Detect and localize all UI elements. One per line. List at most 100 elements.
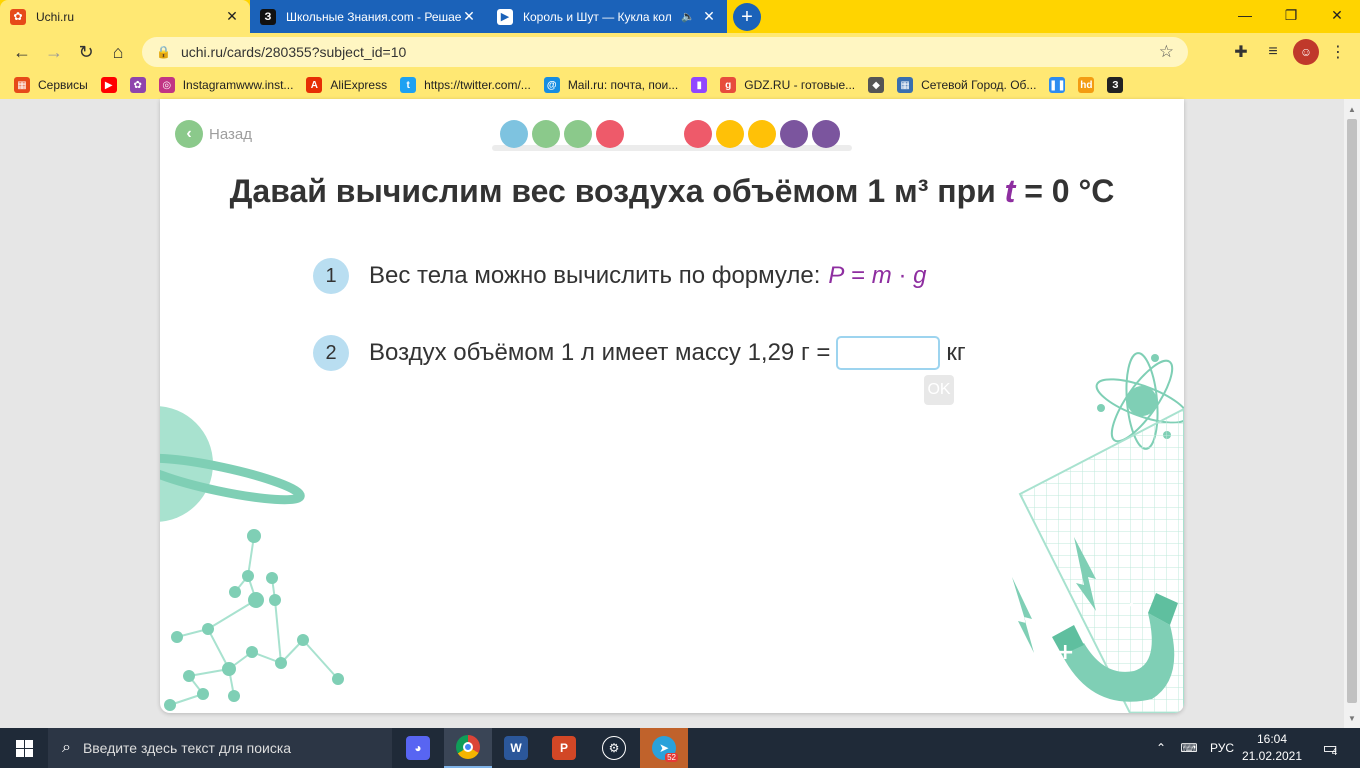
minimize-button[interactable]: —: [1222, 0, 1268, 30]
bookmark-setevoy-gorod[interactable]: ▦ Сетевой Город. Об...: [897, 77, 1036, 93]
back-arrow-icon[interactable]: ←: [8, 38, 36, 66]
step-2: 2 Воздух объёмом 1 л имеет массу 1,29 г …: [313, 335, 966, 371]
notification-count: 4: [1331, 746, 1338, 758]
bookmark-label: GDZ.RU - готовые...: [744, 78, 856, 92]
bookmark-label: Instagramwww.inst...: [182, 78, 294, 92]
home-icon[interactable]: ⌂: [104, 38, 132, 66]
progress-dot: [532, 120, 560, 148]
answer-input[interactable]: [836, 336, 941, 370]
bookmark-label: Сетевой Город. Об...: [921, 78, 1037, 92]
bookmarks-bar: ▦ Сервисы ▶ ✿ ◎ Instagramwww.inst... A AliE…: [0, 71, 1360, 99]
forward-arrow-icon[interactable]: →: [40, 38, 68, 66]
tab-title: Uchi.ru: [36, 9, 75, 24]
step-text: Воздух объёмом 1 л имеет массу 1,29 г =: [369, 339, 831, 366]
language-indicator[interactable]: РУС: [1204, 728, 1240, 768]
menu-kebab-icon[interactable]: ⋮: [1325, 39, 1351, 65]
speaker-icon[interactable]: 🔈: [681, 10, 695, 23]
bookmark-youtube[interactable]: ▶: [100, 77, 117, 93]
step-number: 2: [313, 335, 349, 371]
tab-uchi[interactable]: ✿ Uchi.ru ✕: [0, 0, 250, 33]
search-placeholder: Введите здесь текст для поиска: [82, 740, 292, 756]
bookmark-gdz[interactable]: g GDZ.RU - готовые...: [720, 77, 855, 93]
unit-label: кг: [946, 339, 966, 366]
bookmark-pause-site[interactable]: ❚❚: [1049, 77, 1066, 93]
discord-icon: ◕: [406, 736, 430, 760]
tab-youtube[interactable]: ▶ Король и Шут — Кукла кол 🔈 ✕: [487, 0, 727, 33]
taskbar-telegram[interactable]: ➤ 52: [640, 728, 688, 768]
restore-button[interactable]: ❐: [1268, 0, 1314, 30]
progress-dot: [596, 120, 624, 148]
telegram-unread-badge: 52: [665, 753, 678, 762]
taskbar-steam[interactable]: ⚙: [590, 728, 638, 768]
progress-dot: [684, 120, 712, 148]
formula-dot: ·: [891, 262, 914, 289]
bookmark-hd[interactable]: hd: [1078, 77, 1095, 93]
scroll-up-icon[interactable]: ▲: [1344, 101, 1360, 117]
tab-znaniya[interactable]: З Школьные Знания.com - Решае ✕: [250, 0, 487, 33]
scroll-thumb[interactable]: [1347, 119, 1357, 703]
youtube-icon: ▶: [100, 77, 117, 93]
close-icon[interactable]: ✕: [701, 8, 717, 25]
pause-icon: ❚❚: [1049, 77, 1066, 93]
taskbar-discord[interactable]: ◕: [394, 728, 442, 768]
chevron-left-icon: ‹: [175, 120, 203, 148]
close-icon[interactable]: ✕: [224, 8, 240, 25]
ok-button[interactable]: OK: [924, 375, 954, 405]
search-icon: ⌕: [62, 739, 71, 756]
bookmark-roblox[interactable]: ◆: [868, 77, 885, 93]
tab-strip: ✿ Uchi.ru ✕ З Школьные Знания.com - Реша…: [0, 0, 1360, 33]
title-variable: t: [1004, 173, 1016, 209]
formula-m: m: [871, 262, 892, 289]
profile-avatar[interactable]: ☺: [1293, 39, 1319, 65]
media-queue-icon[interactable]: ≡: [1260, 39, 1286, 65]
svg-text:+: +: [1056, 640, 1074, 665]
bookmark-services[interactable]: ▦ Сервисы: [14, 77, 88, 93]
scroll-down-icon[interactable]: ▼: [1344, 710, 1360, 726]
bookmark-znaniya[interactable]: З: [1107, 77, 1124, 93]
page-scrollbar[interactable]: ▲ ▼: [1344, 99, 1360, 728]
apps-grid-icon: ▦: [14, 77, 30, 93]
windows-taskbar: ⌕ Введите здесь текст для поиска ◕ W P ⚙…: [0, 728, 1360, 768]
extensions-puzzle-icon[interactable]: ✚: [1228, 39, 1254, 65]
taskbar-powerpoint[interactable]: P: [540, 728, 588, 768]
url-text: uchi.ru/cards/280355?subject_id=10: [180, 44, 407, 60]
taskbar-word[interactable]: W: [492, 728, 540, 768]
taskbar-clock[interactable]: 16:04 21.02.2021: [1240, 731, 1304, 765]
bookmark-site[interactable]: ✿: [129, 77, 146, 93]
bookmark-mailru[interactable]: @ Mail.ru: почта, пои...: [543, 77, 678, 93]
progress-dot: [748, 120, 776, 148]
step-text: Вес тела можно вычислить по формуле:: [369, 262, 821, 289]
bookmark-aliexpress[interactable]: A AliExpress: [306, 77, 387, 93]
back-label: Назад: [209, 125, 252, 143]
notifications-icon[interactable]: ▭ 4: [1312, 728, 1348, 768]
weight-formula: P = m · g: [828, 262, 926, 290]
bookmark-label: https://twitter.com/...: [424, 78, 531, 92]
window-close-button[interactable]: ✕: [1314, 0, 1360, 30]
steam-icon: ⚙: [602, 736, 626, 760]
gdz-icon: g: [720, 77, 737, 93]
page-title: Давай вычислим вес воздуха объёмом 1 м³ …: [160, 173, 1184, 210]
taskbar-search-input[interactable]: ⌕ Введите здесь текст для поиска: [48, 728, 392, 768]
instagram-icon: ◎: [158, 77, 175, 93]
new-tab-button[interactable]: +: [733, 3, 761, 31]
tray-chevron-up-icon[interactable]: ⌃: [1148, 728, 1174, 768]
bookmark-instagram[interactable]: ◎ Instagramwww.inst...: [158, 77, 294, 93]
progress-dot: [812, 120, 840, 148]
keyboard-icon[interactable]: ⌨: [1176, 728, 1202, 768]
address-bar[interactable]: 🔒 uchi.ru/cards/280355?subject_id=10 ☆: [142, 37, 1188, 67]
uchi-favicon-icon: ✿: [10, 8, 26, 25]
bookmark-twitter[interactable]: t https://twitter.com/...: [400, 77, 531, 93]
reload-icon[interactable]: ↻: [72, 38, 100, 66]
magnet-decoration-icon: + −: [1012, 537, 1178, 702]
lock-icon: 🔒: [156, 45, 171, 59]
mail-at-icon: @: [543, 77, 560, 93]
windows-start-icon[interactable]: [0, 728, 48, 768]
bookmark-star-icon[interactable]: ☆: [1159, 42, 1174, 62]
close-icon[interactable]: ✕: [461, 8, 477, 25]
taskbar-chrome[interactable]: [444, 728, 492, 768]
site-favicon-icon: ✿: [129, 77, 146, 93]
back-button[interactable]: ‹ Назад: [175, 120, 252, 148]
chrome-icon: [456, 735, 480, 759]
bookmark-twitch[interactable]: ▮: [691, 77, 708, 93]
step-number: 1: [313, 258, 349, 294]
